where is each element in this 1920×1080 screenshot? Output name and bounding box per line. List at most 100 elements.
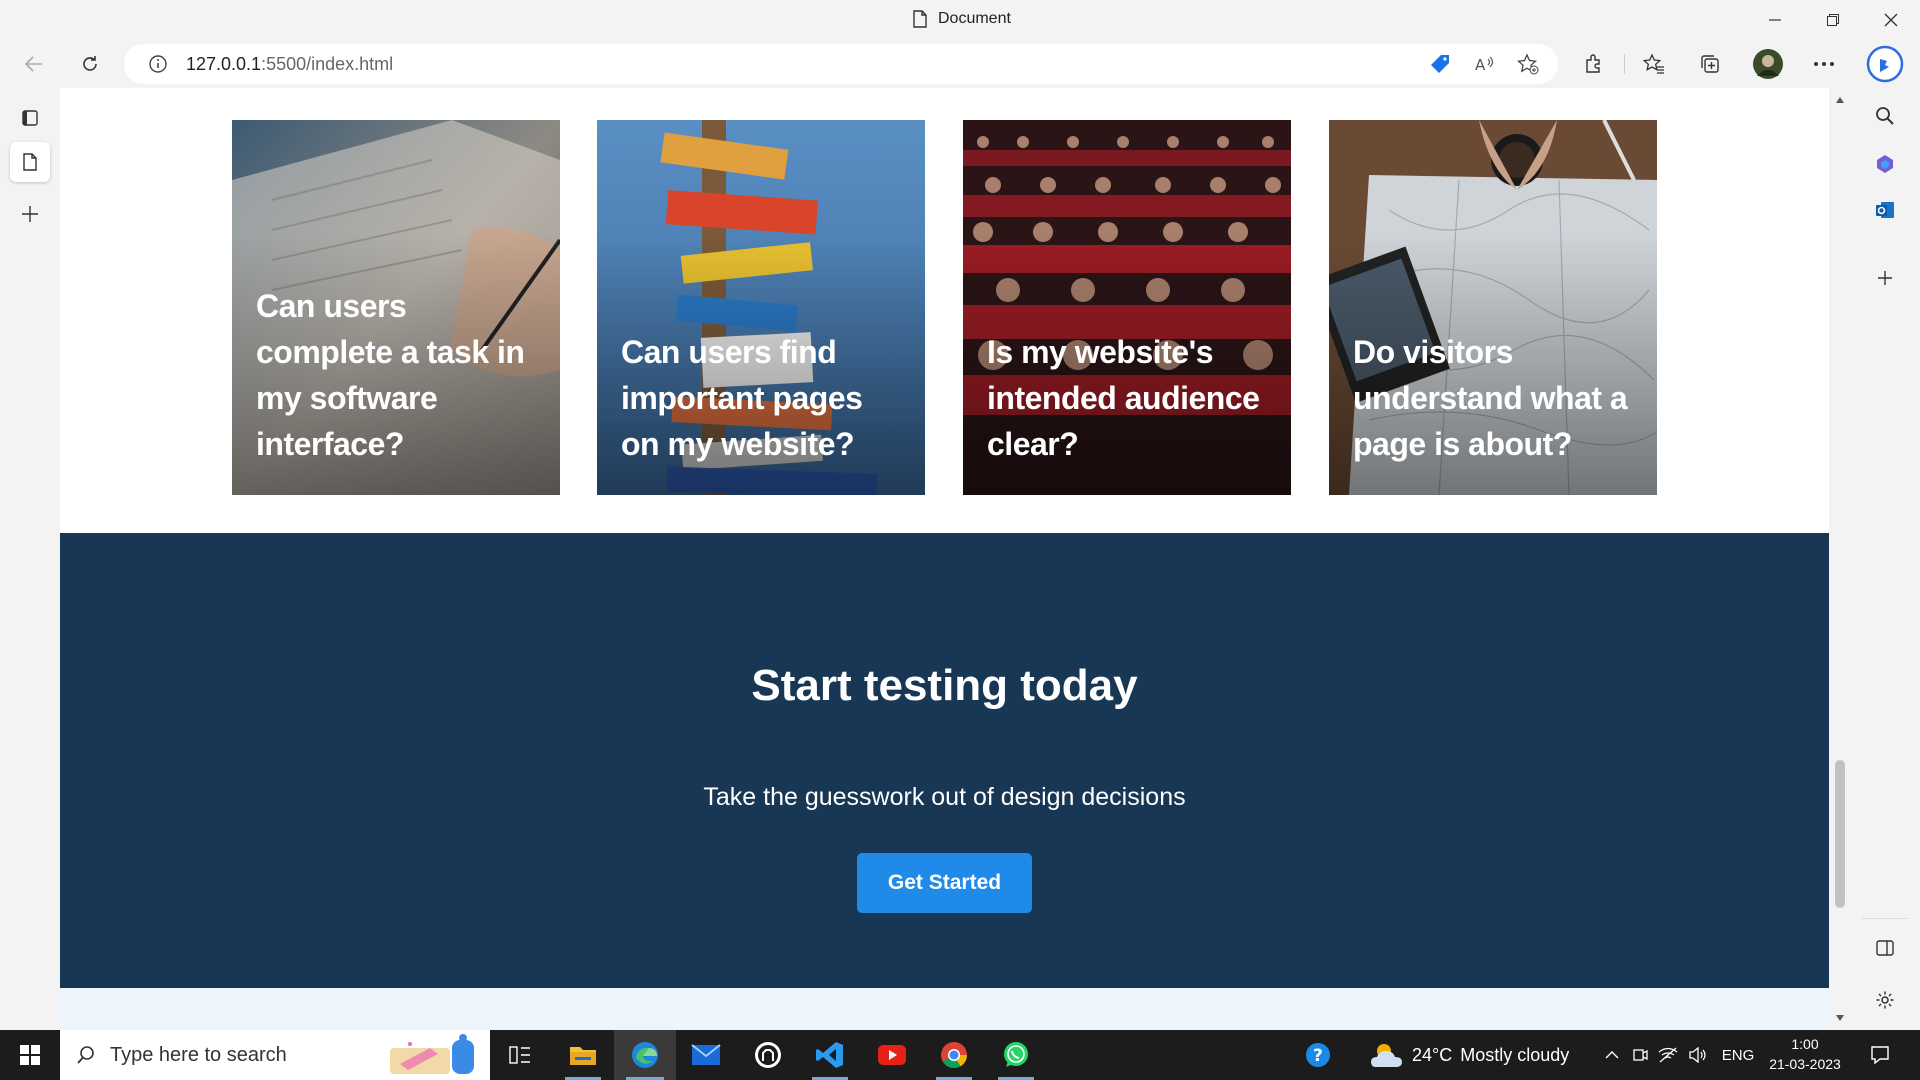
mail-icon	[691, 1044, 721, 1065]
help-icon: ?	[1306, 1043, 1330, 1067]
youtube-button[interactable]	[862, 1030, 922, 1080]
collections-button[interactable]	[1690, 44, 1730, 84]
shopping-tag-icon[interactable]	[1426, 50, 1454, 78]
scroll-up-arrow[interactable]	[1834, 94, 1846, 106]
back-arrow-icon	[24, 56, 42, 72]
edge-sidebar	[1850, 40, 1920, 1030]
edge-taskbar-button[interactable]	[614, 1030, 676, 1080]
page-scrollbar[interactable]	[1829, 88, 1850, 1030]
search-icon	[1876, 107, 1894, 125]
collections-icon	[1701, 55, 1719, 73]
scroll-down-arrow[interactable]	[1834, 1012, 1846, 1024]
weather-widget[interactable]: 24°C Mostly cloudy	[1370, 1030, 1590, 1080]
help-button[interactable]: ?	[1300, 1030, 1336, 1080]
card-page-understanding[interactable]: Do visitors understand what a page is ab…	[1329, 120, 1657, 495]
extensions-button[interactable]	[1574, 44, 1614, 84]
taskbar: Type here to search ? 24°C Mostly cloudy…	[0, 1030, 1920, 1080]
bing-icon	[1866, 45, 1904, 83]
sidebar-search-button[interactable]	[1865, 96, 1905, 136]
url-text[interactable]: 127.0.0.1:5500/index.html	[186, 54, 393, 75]
whatsapp-icon	[1004, 1042, 1028, 1067]
tab-actions-button[interactable]	[10, 98, 50, 138]
profile-button[interactable]	[1748, 44, 1788, 84]
edge-icon	[632, 1042, 658, 1068]
network-icon[interactable]	[1656, 1030, 1680, 1080]
window-title: Document	[912, 10, 1011, 28]
refresh-button[interactable]	[70, 44, 110, 84]
sidebar-settings-button[interactable]	[1865, 980, 1905, 1020]
github-icon	[755, 1042, 781, 1068]
volume-icon[interactable]	[1686, 1030, 1710, 1080]
clock-date: 21-03-2023	[1769, 1056, 1841, 1072]
cta-subtitle: Take the guesswork out of design decisio…	[703, 783, 1186, 811]
screen: Document 127.0.0.1:5500/index.html A Can…	[0, 0, 1920, 1080]
site-info-icon[interactable]	[144, 50, 172, 78]
minimize-button[interactable]	[1746, 0, 1804, 40]
outlook-icon	[1876, 202, 1894, 218]
search-highlight-icon	[390, 1034, 474, 1074]
notifications-button[interactable]	[1860, 1030, 1900, 1080]
url-host: 127.0.0.1	[186, 54, 262, 74]
tab-actions-icon	[22, 110, 38, 126]
gear-icon	[1876, 991, 1894, 1009]
bing-chat-button[interactable]	[1865, 44, 1905, 84]
favorites-icon	[1643, 53, 1664, 74]
read-aloud-icon[interactable]: A	[1470, 50, 1498, 78]
start-button[interactable]	[0, 1030, 60, 1080]
taskbar-search[interactable]: Type here to search	[60, 1030, 490, 1080]
chrome-button[interactable]	[924, 1030, 984, 1080]
get-started-button[interactable]: Get Started	[857, 853, 1032, 913]
sidebar-divider	[1862, 918, 1908, 919]
title-bar: Document	[0, 0, 1920, 40]
document-icon	[23, 153, 37, 171]
hide-sidebar-button[interactable]	[1865, 928, 1905, 968]
back-button[interactable]	[14, 44, 54, 84]
puzzle-icon	[1586, 54, 1600, 73]
refresh-icon	[83, 56, 97, 71]
folder-icon	[570, 1047, 596, 1065]
vscode-button[interactable]	[800, 1030, 860, 1080]
vertical-tabs-bar	[0, 88, 60, 1030]
use-case-cards: Can users complete a task in my software…	[60, 88, 1829, 533]
language-indicator[interactable]: ENG	[1716, 1030, 1760, 1080]
tab-document[interactable]	[10, 142, 50, 182]
new-tab-button[interactable]	[10, 194, 50, 234]
sidebar-outlook-button[interactable]	[1865, 190, 1905, 230]
plus-icon	[22, 206, 38, 222]
window-title-text: Document	[938, 10, 1011, 27]
windows-icon	[20, 1045, 40, 1065]
settings-more-button[interactable]	[1804, 44, 1844, 84]
sidebar-tools-button[interactable]	[1865, 144, 1905, 184]
file-explorer-button[interactable]	[553, 1030, 613, 1080]
show-hidden-icons-button[interactable]	[1600, 1030, 1624, 1080]
toolbar-divider	[1624, 54, 1625, 74]
task-view-button[interactable]	[490, 1030, 550, 1080]
card-findability[interactable]: Can users find important pages on my web…	[597, 120, 925, 495]
svg-text:A: A	[1475, 56, 1486, 74]
card-title: Do visitors understand what a page is ab…	[1353, 334, 1628, 462]
minimize-icon	[1769, 19, 1781, 21]
tools-icon	[1877, 155, 1893, 173]
taskbar-clock[interactable]: 1:00 21-03-2023	[1760, 1034, 1850, 1074]
svg-text:?: ?	[1313, 1046, 1323, 1066]
task-view-icon	[509, 1046, 530, 1064]
search-placeholder: Type here to search	[110, 1043, 287, 1066]
address-bar[interactable]: 127.0.0.1:5500/index.html A	[124, 44, 1558, 84]
add-favorite-icon[interactable]	[1514, 50, 1542, 78]
meet-now-icon[interactable]	[1628, 1030, 1652, 1080]
restore-button[interactable]	[1804, 0, 1862, 40]
chrome-icon	[941, 1042, 968, 1069]
language-text: ENG	[1721, 1046, 1755, 1064]
favorites-button[interactable]	[1634, 44, 1674, 84]
close-button[interactable]	[1862, 0, 1920, 40]
next-section	[60, 988, 1829, 1030]
card-audience[interactable]: Is my website's intended audience clear?	[963, 120, 1291, 495]
restore-icon	[1827, 14, 1839, 26]
mail-button[interactable]	[676, 1030, 736, 1080]
whatsapp-button[interactable]	[986, 1030, 1046, 1080]
github-desktop-button[interactable]	[738, 1030, 798, 1080]
scroll-thumb[interactable]	[1835, 760, 1845, 908]
card-task-completion[interactable]: Can users complete a task in my software…	[232, 120, 560, 495]
chevron-up-icon	[1605, 1051, 1619, 1059]
sidebar-add-button[interactable]	[1865, 258, 1905, 298]
